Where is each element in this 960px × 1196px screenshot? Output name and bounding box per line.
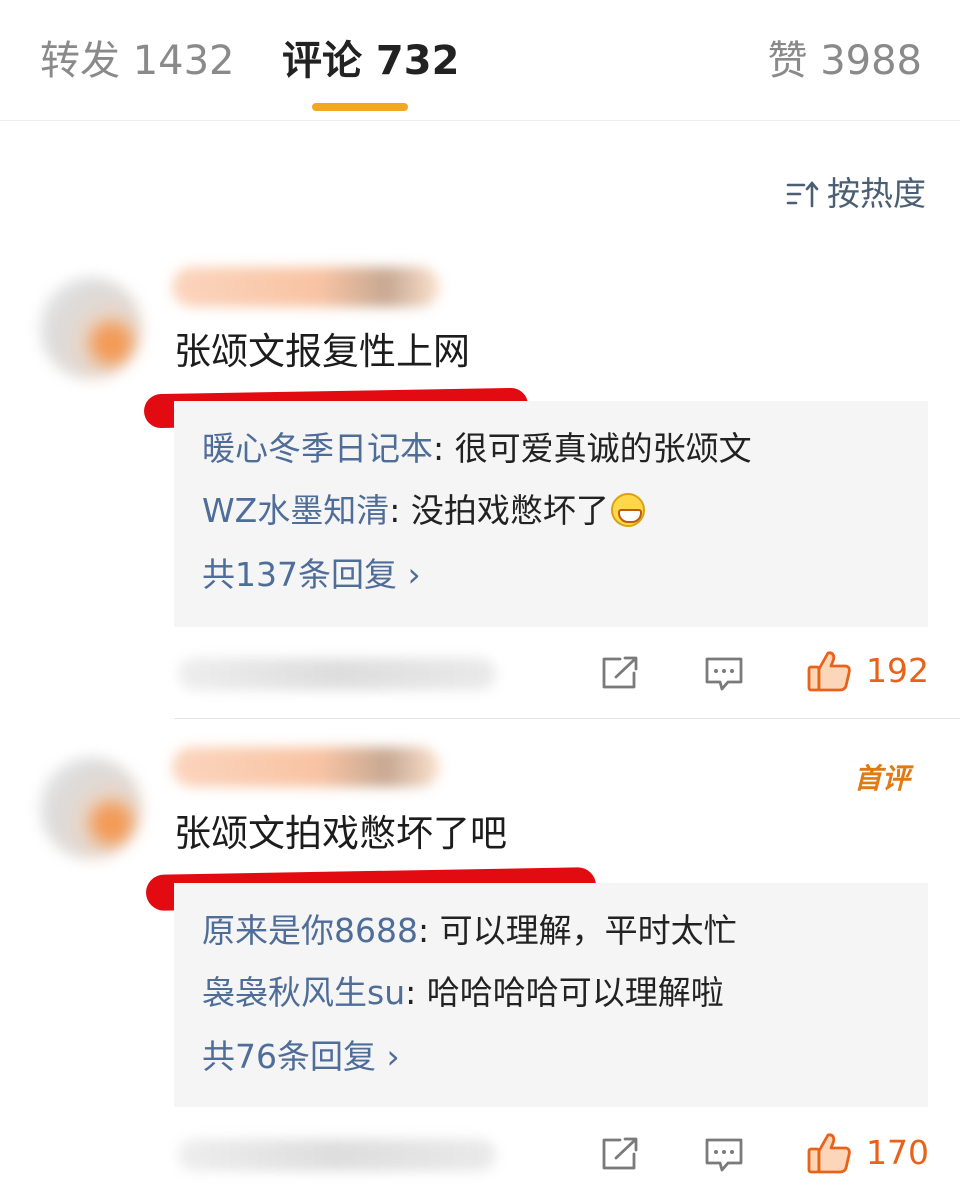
sort-icon [786,180,819,208]
view-replies-link[interactable]: 共76条回复 › [202,1035,400,1079]
comment-button[interactable] [704,655,744,697]
tab-reposts[interactable]: 转发 1432 [40,36,235,86]
sort-button[interactable]: 按热度 [785,172,926,216]
reply-box[interactable]: 原来是你8688: 可以理解，平时太忙 袅袅秋风生su: 哈哈哈哈可以理解啦 共… [174,883,928,1107]
share-button[interactable] [600,1136,640,1176]
reply-author[interactable]: 暖心冬季日记本 [202,429,433,468]
reply-text: : 很可爱真诚的张颂文 [433,429,752,468]
divider [174,718,960,719]
like-button[interactable]: 192 [806,649,929,693]
comment-button[interactable] [704,1136,744,1178]
username[interactable] [172,267,440,307]
tab-bar: 转发 1432 评论 732 赞 3988 [0,0,960,121]
tab-likes[interactable]: 赞 3988 [767,36,922,86]
active-tab-indicator [312,103,408,111]
comment-text: 张颂文拍戏憋坏了吧 [174,812,507,855]
share-icon [602,1137,638,1170]
thumbs-up-icon [807,651,851,692]
reply-text: : 没拍戏憋坏了 [389,491,609,530]
share-icon [602,656,638,689]
reply-author[interactable]: 原来是你8688 [202,911,418,950]
comment-icon [705,1138,743,1172]
avatar[interactable] [40,277,142,379]
comment-icon [705,657,743,691]
reply-item: 原来是你8688: 可以理解，平时太忙 [202,909,737,953]
view-replies-link[interactable]: 共137条回复 › [202,553,421,597]
reply-item: 暖心冬季日记本: 很可爱真诚的张颂文 [202,427,752,471]
username[interactable] [172,747,440,787]
reply-author[interactable]: WZ水墨知清 [202,491,389,530]
reply-text: : 哈哈哈哈可以理解啦 [405,973,724,1012]
like-count: 170 [866,1133,929,1172]
timestamp-source [178,1139,496,1171]
grin-emoji-icon [610,493,645,527]
sort-label: 按热度 [827,174,926,213]
tab-comments[interactable]: 评论 732 [282,36,459,86]
like-count: 192 [866,651,929,690]
reply-text: : 可以理解，平时太忙 [417,911,737,950]
share-button[interactable] [600,655,640,695]
avatar[interactable] [40,757,142,859]
reply-item: 袅袅秋风生su: 哈哈哈哈可以理解啦 [202,971,724,1015]
reply-author[interactable]: 袅袅秋风生su [202,973,405,1012]
reply-box[interactable]: 暖心冬季日记本: 很可爱真诚的张颂文 WZ水墨知清: 没拍戏憋坏了 共137条回… [174,401,928,627]
timestamp-source [178,658,496,690]
reply-item: WZ水墨知清: 没拍戏憋坏了 [202,489,645,533]
first-comment-badge: 首评 [853,762,910,795]
like-button[interactable]: 170 [806,1131,929,1175]
thumbs-up-icon [807,1133,851,1174]
comment-text: 张颂文报复性上网 [174,330,470,373]
